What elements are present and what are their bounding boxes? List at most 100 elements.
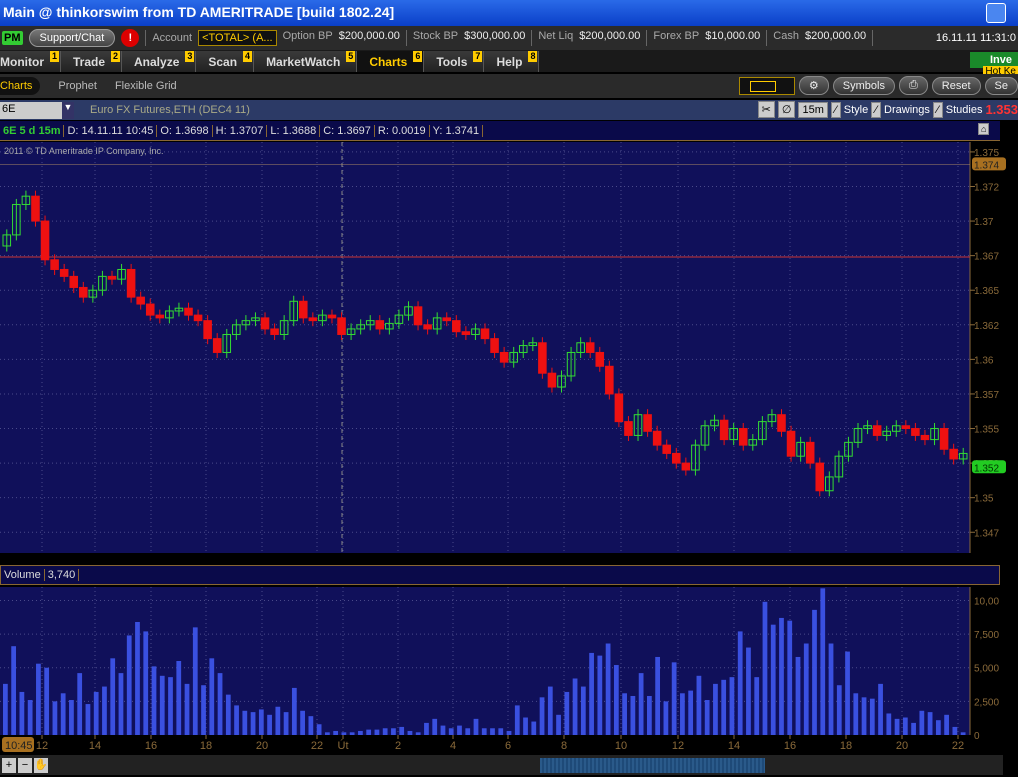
volume-bar [836, 685, 842, 735]
tab-label: Scan [208, 55, 238, 69]
volume-bar [77, 673, 83, 735]
volume-bar [960, 732, 966, 735]
pan-hand-icon[interactable]: ✋ [34, 757, 48, 773]
tab-hotkey-number: 8 [528, 51, 538, 62]
volume-bar [845, 651, 850, 735]
interval-button[interactable]: 15m [798, 101, 828, 118]
tab-tools[interactable]: Tools 7 [424, 51, 485, 72]
volume-bar [696, 675, 702, 735]
color-selector[interactable] [738, 76, 795, 95]
volume-bar [110, 658, 116, 735]
x-tick-label: 16 [145, 740, 157, 752]
volume-bar [647, 695, 652, 735]
crosshair-icon[interactable]: ✂ [757, 101, 775, 118]
tab-scan[interactable]: Scan 4 [196, 51, 255, 72]
volume-bar [746, 647, 751, 735]
wrench-icon[interactable]: ⚙ [798, 76, 829, 95]
volume-bar [3, 683, 8, 735]
volume-bar [184, 683, 190, 735]
account-label: Account [152, 32, 193, 44]
x-tick-label: 2 [395, 740, 401, 752]
tab-analyze[interactable]: Analyze 3 [122, 51, 197, 72]
tab-monitor[interactable]: Monitor 1 [0, 51, 61, 72]
volume-bar [135, 621, 140, 735]
chart-area[interactable]: 1.375 1.372 1.37 1.367 1.365 1.362 1.36 1.357 1.… [0, 142, 1018, 754]
subtab-prophet[interactable]: Prophet [58, 80, 97, 92]
volume-bar [935, 720, 941, 735]
minimize-button[interactable] [986, 3, 1006, 23]
volume-bar [580, 686, 586, 735]
volume-bar [399, 726, 405, 735]
reset-button[interactable]: Reset [931, 76, 981, 95]
x-tick-label: 10 [615, 740, 627, 752]
drawings-button[interactable]: Drawings [884, 104, 930, 116]
candle-body [624, 421, 633, 436]
subtab-flexible-grid[interactable]: Flexible Grid [115, 80, 177, 92]
candle [31, 190, 40, 227]
zoom-out-icon[interactable]: − [18, 757, 32, 773]
subtab-charts[interactable]: Charts [0, 77, 41, 95]
field-label: Stock BP [412, 30, 459, 42]
link-icon[interactable]: ∅ [777, 101, 796, 118]
volume-bar [861, 697, 867, 735]
alert-icon[interactable]: ! [121, 29, 140, 47]
volume-bar [60, 693, 66, 735]
symbol-dropdown-icon[interactable]: ▼ [62, 101, 74, 119]
volume-bar [457, 725, 462, 735]
volume-bar [787, 620, 793, 735]
info-field: L: 1.3688 [267, 124, 321, 137]
tab-charts[interactable]: Charts 6 [357, 51, 425, 72]
candle-body [452, 320, 461, 333]
candle [786, 425, 796, 462]
candle-body [270, 328, 279, 335]
zoom-in-icon[interactable]: + [2, 757, 16, 773]
volume-bar [704, 700, 710, 735]
volume-bar [638, 673, 644, 735]
support-chat-button[interactable]: Support/Chat [28, 29, 116, 47]
symbol-input[interactable]: 6E [0, 101, 62, 119]
volume-bar [589, 652, 594, 735]
volume-bar [952, 726, 958, 735]
volume-bar [564, 691, 570, 735]
volume-bar [192, 627, 198, 735]
style-icon[interactable]: ⁄ [830, 101, 841, 118]
chart-scrollbar[interactable]: + − ✋ [0, 755, 1003, 775]
setup-button[interactable]: Se [984, 76, 1018, 95]
tab-trade[interactable]: Trade 2 [61, 51, 123, 72]
x-tick-label: 12 [36, 740, 48, 752]
x-tick-label: Út [338, 739, 349, 752]
scroll-thumb[interactable] [540, 758, 765, 773]
tab-label: Help [496, 55, 523, 69]
volume-bar [671, 662, 677, 735]
candle-body [308, 317, 318, 322]
studies-icon[interactable]: ⁄ [932, 101, 943, 118]
volume-bar [605, 643, 611, 735]
studies-button[interactable]: Studies [946, 104, 983, 116]
print-icon[interactable]: ⎙ [898, 76, 928, 95]
tab-label: Charts [369, 55, 408, 69]
tab-marketwatch[interactable]: MarketWatch 5 [254, 51, 358, 72]
candle-body [585, 342, 595, 353]
tab-help[interactable]: Help 8 [484, 51, 540, 72]
chart-settings-icon[interactable]: ⌂ [978, 123, 990, 135]
account-select[interactable]: <TOTAL> (A... [198, 30, 277, 46]
symbols-button[interactable]: Symbols [832, 76, 895, 95]
y-tick-label: 1.362 [974, 321, 999, 332]
pm-badge[interactable]: PM [2, 31, 23, 45]
volume-bar [11, 646, 17, 735]
style-button[interactable]: Style [844, 104, 868, 116]
volume-bar [52, 701, 58, 735]
candle-body [911, 428, 920, 436]
volume-bar [754, 677, 760, 735]
drawings-icon[interactable]: ⁄ [871, 101, 882, 118]
volume-bar [234, 705, 239, 735]
candle-body [949, 448, 958, 460]
candle [815, 457, 825, 497]
candle-body [815, 462, 825, 492]
candle-body [145, 303, 155, 316]
chart-toolbar-right: ✂ ∅ 15m ⁄ Style ⁄ Drawings ⁄ Studies 1.353 [757, 101, 1018, 118]
tab-hotkey-number: 1 [49, 51, 59, 62]
candle-body [672, 452, 681, 464]
candle-body [499, 351, 509, 363]
volume-bar [465, 728, 471, 735]
